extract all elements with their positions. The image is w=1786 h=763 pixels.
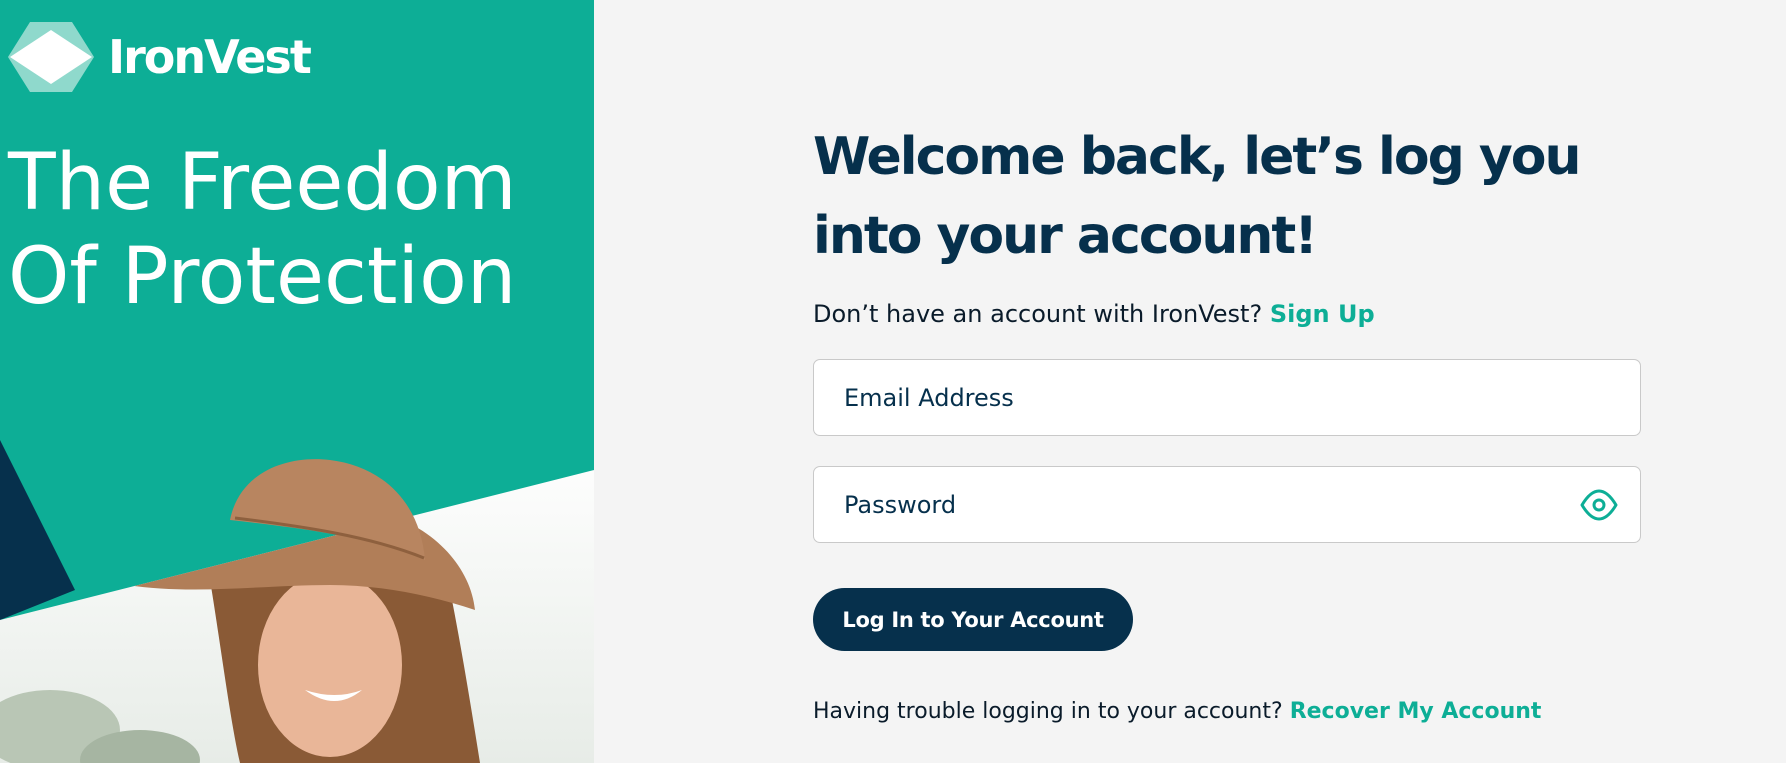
brand-name: IronVest xyxy=(108,30,312,84)
brand-logo[interactable]: IronVest xyxy=(8,20,312,94)
brand-tagline: The Freedom Of Protection xyxy=(8,136,588,324)
sign-up-link[interactable]: Sign Up xyxy=(1270,300,1375,328)
ironvest-logo-icon xyxy=(8,22,94,92)
title-line-2: into your account! xyxy=(813,206,1318,266)
page-title: Welcome back, let’s log you into your ac… xyxy=(813,118,1643,276)
password-field[interactable] xyxy=(814,467,1640,542)
email-field-wrapper xyxy=(813,359,1641,436)
email-field[interactable] xyxy=(814,360,1640,435)
password-field-wrapper xyxy=(813,466,1641,543)
tagline-line-2: Of Protection xyxy=(8,232,517,322)
title-line-1: Welcome back, let’s log you xyxy=(813,127,1582,187)
recover-prompt: Having trouble logging in to your accoun… xyxy=(813,699,1541,724)
brand-panel: IronVest The Freedom Of Protection xyxy=(0,0,594,763)
signup-prompt: Don’t have an account with IronVest? Sig… xyxy=(813,300,1375,328)
signup-prompt-text: Don’t have an account with IronVest? xyxy=(813,300,1263,328)
recover-account-link[interactable]: Recover My Account xyxy=(1290,699,1542,724)
login-form: Welcome back, let’s log you into your ac… xyxy=(813,0,1653,763)
recover-prompt-text: Having trouble logging in to your accoun… xyxy=(813,699,1283,724)
tagline-line-1: The Freedom xyxy=(8,138,517,228)
log-in-button[interactable]: Log In to Your Account xyxy=(813,588,1133,651)
hero-photo xyxy=(0,440,594,763)
eye-icon[interactable] xyxy=(1580,489,1618,521)
